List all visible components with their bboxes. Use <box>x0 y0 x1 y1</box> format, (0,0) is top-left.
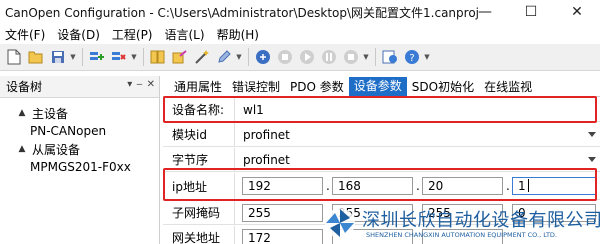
connect-icon[interactable] <box>252 47 273 68</box>
byte-order-select[interactable]: profinet <box>234 148 600 172</box>
device-name-row: 设备名称: wl1 <box>163 98 600 122</box>
menu-bar: 文件(F) 设备(D) 工程(P) 语言(L) 帮助(H) <box>0 24 600 44</box>
gateway-octet-1-input[interactable]: 172 <box>242 229 323 244</box>
tab-general[interactable]: 通用属性 <box>169 78 227 96</box>
pin-icon[interactable]: ‒ <box>136 79 142 90</box>
chevron-down-icon[interactable] <box>588 132 596 137</box>
menu-language[interactable]: 语言(L) <box>160 26 212 43</box>
ip-address-label: ip地址 <box>172 180 207 194</box>
toolbar-divider <box>82 48 83 66</box>
tree-item-label: MPMGS201-F0xx <box>30 160 131 174</box>
tree-item-label: 主设备 <box>32 106 69 121</box>
new-file-icon[interactable] <box>3 47 24 68</box>
chevron-down-icon[interactable]: ▼ <box>423 47 431 68</box>
tree-item-slave-devices[interactable]: ▲ 从属设备 <box>0 140 159 158</box>
ip-dot: . <box>416 179 420 193</box>
tab-device-params[interactable]: 设备参数 <box>348 77 407 96</box>
byte-order-label: 字节序 <box>172 153 209 167</box>
stop-square-icon[interactable] <box>340 47 361 68</box>
tab-online-monitor[interactable]: 在线监视 <box>479 78 537 96</box>
tree-item-master-device[interactable]: ▲ 主设备 <box>0 104 159 122</box>
play-icon[interactable] <box>296 47 317 68</box>
ip-octet-4-input[interactable]: 1 <box>512 177 596 195</box>
menu-project[interactable]: 工程(P) <box>107 26 160 43</box>
ip-address-row: ip地址 192 . 168 . 20 . 1 <box>163 173 600 200</box>
menu-file[interactable]: 文件(F) <box>0 26 52 43</box>
save-icon[interactable] <box>47 47 68 68</box>
chevron-down-icon[interactable]: ▼ <box>362 47 370 68</box>
edit-icon[interactable] <box>213 47 234 68</box>
remove-device-icon[interactable] <box>108 47 129 68</box>
maximize-button[interactable]: ☐ <box>508 0 554 24</box>
device-name-field[interactable]: wl1 <box>234 98 600 122</box>
company-name-cn: 深圳长欣自动化设备有限公司 <box>362 210 600 231</box>
ip-dot: . <box>506 179 510 193</box>
ip-address-field: 192 . 168 . 20 . 1 <box>234 173 600 200</box>
module-id-row: 模块id profinet <box>163 123 600 147</box>
chevron-down-icon[interactable]: ▼ <box>69 47 77 68</box>
help-icon[interactable]: ? <box>401 47 422 68</box>
window-title: CanOpen Configuration - C:\Users\Adminis… <box>5 5 480 20</box>
device-tree-panel: 设备树 ▾ ‒ ✕ ▲ 主设备 PN-CANopen ▲ 从属设备 MPMGS2… <box>0 76 160 244</box>
tab-sdo-init[interactable]: SDO初始化 <box>407 78 479 96</box>
chevron-down-icon[interactable] <box>588 157 596 162</box>
title-bar: CanOpen Configuration - C:\Users\Adminis… <box>0 0 600 24</box>
import-icon[interactable] <box>147 47 168 68</box>
menu-device[interactable]: 设备(D) <box>52 26 107 43</box>
subnet-octet-1-input[interactable]: 255 <box>242 204 323 222</box>
ip-octet-2-input[interactable]: 168 <box>332 177 413 195</box>
menu-help[interactable]: 帮助(H) <box>212 26 266 43</box>
ip-dot: . <box>326 179 330 193</box>
tab-bar: 通用属性 错误控制 PDO 参数 设备参数 SDO初始化 在线监视 <box>163 76 600 96</box>
module-id-value: profinet <box>243 128 290 142</box>
gateway-label: 网关地址 <box>172 231 221 244</box>
toolbar: ▼ ▼ ▼ ▼ ? ▼ <box>0 44 600 71</box>
toolbar-divider <box>248 48 249 66</box>
byte-order-value: profinet <box>243 153 290 167</box>
module-id-select[interactable]: profinet <box>234 123 600 147</box>
company-name-en: SHENZHEN CHANGXIN AUTOMATION EQUIPMENT C… <box>366 231 557 239</box>
panel-menu-icon[interactable]: ▾ <box>127 79 132 90</box>
ip-octet-1-input[interactable]: 192 <box>242 177 323 195</box>
tab-pdo-params[interactable]: PDO 参数 <box>285 78 349 96</box>
tree-item-label: PN-CANopen <box>30 124 107 138</box>
wand-icon[interactable] <box>191 47 212 68</box>
tree-item-label: 从属设备 <box>32 142 81 157</box>
tab-error-control[interactable]: 错误控制 <box>227 78 285 96</box>
toolbar-divider <box>375 48 376 66</box>
byte-order-row: 字节序 profinet <box>163 148 600 172</box>
company-watermark: 深圳长欣自动化设备有限公司 SHENZHEN CHANGXIN AUTOMATI… <box>323 202 600 244</box>
subnet-label: 子网掩码 <box>172 206 221 220</box>
ip-octet-4-value: 1 <box>518 179 526 193</box>
toolbar-divider <box>143 48 144 66</box>
device-tree-title: 设备树 <box>6 80 43 94</box>
close-button[interactable]: ✕ <box>554 0 600 24</box>
svg-text:?: ? <box>409 53 414 64</box>
minimize-button[interactable]: — <box>462 0 508 24</box>
device-name-value: wl1 <box>243 103 264 117</box>
expand-arrow-icon[interactable]: ▲ <box>16 108 28 118</box>
device-tree: ▲ 主设备 PN-CANopen ▲ 从属设备 MPMGS201-F0xx <box>0 98 159 176</box>
pause-icon[interactable] <box>318 47 339 68</box>
chevron-down-icon[interactable]: ▼ <box>235 47 243 68</box>
device-name-label: 设备名称: <box>172 103 225 117</box>
stop-icon[interactable] <box>274 47 295 68</box>
text-caret <box>527 179 529 192</box>
close-icon[interactable]: ✕ <box>147 79 155 90</box>
device-tree-header: 设备树 ▾ ‒ ✕ <box>0 76 159 98</box>
tree-item-pn-canopen[interactable]: PN-CANopen <box>0 122 159 140</box>
tree-item-mpmgs201[interactable]: MPMGS201-F0xx <box>0 158 159 176</box>
property-grid: 设备名称: wl1 模块id profinet 字节序 profinet ip地… <box>163 96 600 244</box>
open-folder-icon[interactable] <box>25 47 46 68</box>
export-icon[interactable] <box>169 47 190 68</box>
expand-arrow-icon[interactable]: ▲ <box>16 144 28 154</box>
chevron-down-icon[interactable]: ▼ <box>130 47 138 68</box>
ip-octet-3-input[interactable]: 20 <box>422 177 503 195</box>
settings-icon[interactable] <box>379 47 400 68</box>
add-device-icon[interactable] <box>86 47 107 68</box>
module-id-label: 模块id <box>172 128 207 142</box>
company-logo-icon <box>323 206 357 240</box>
